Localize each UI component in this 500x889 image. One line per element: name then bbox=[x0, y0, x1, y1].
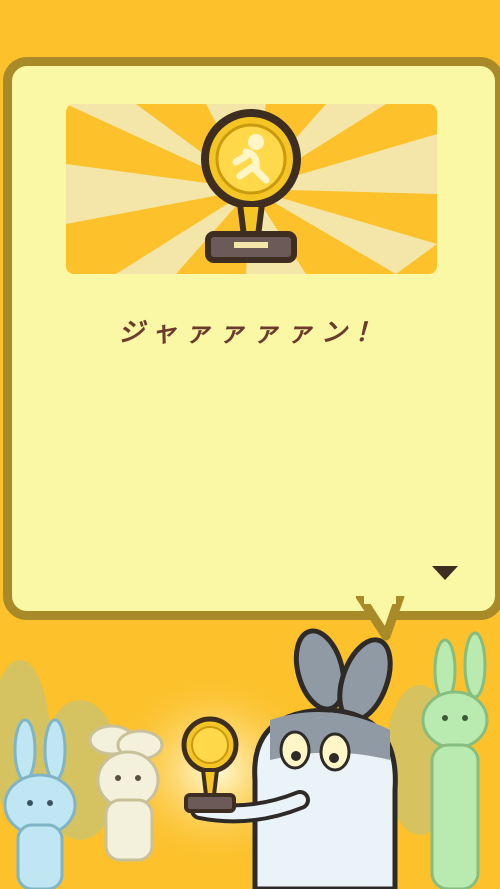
speech-tail bbox=[356, 596, 405, 641]
game-scene: ジャァァァァン！ bbox=[0, 0, 500, 889]
trophy-icon bbox=[201, 109, 301, 263]
character-crowd bbox=[0, 628, 489, 889]
white-rabbit bbox=[88, 724, 164, 862]
held-trophy-icon bbox=[181, 716, 239, 813]
triangle-down-icon[interactable] bbox=[430, 564, 460, 582]
dialog-box[interactable]: ジャァァァァン！ bbox=[3, 57, 500, 620]
green-rabbit bbox=[421, 631, 489, 889]
dialog-text: ジャァァァァン！ bbox=[118, 318, 389, 348]
trophy-banner bbox=[66, 104, 437, 274]
